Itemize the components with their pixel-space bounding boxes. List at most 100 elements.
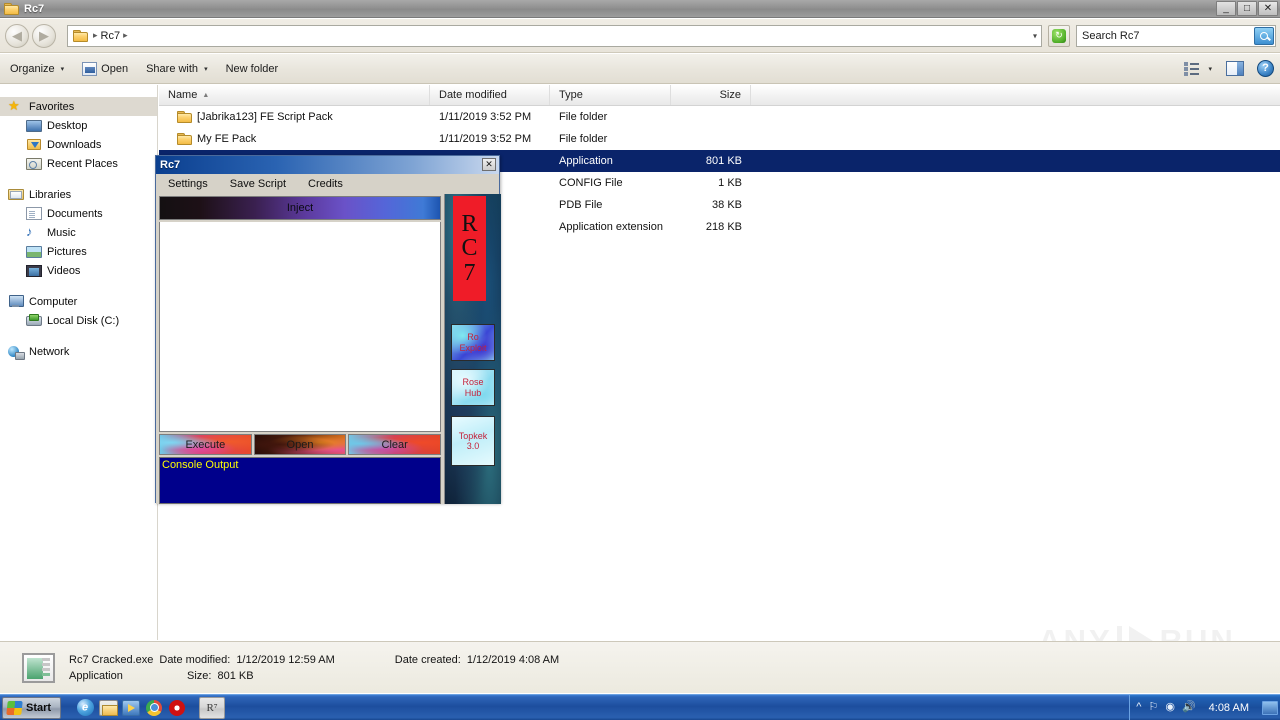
help-icon[interactable]: ? (1257, 60, 1274, 77)
back-button[interactable]: ◀ (5, 23, 29, 48)
show-hidden-icons-icon[interactable]: ^ (1136, 702, 1141, 713)
sidebar-item-pictures[interactable]: Pictures (0, 242, 157, 261)
quick-launch-bar (75, 698, 187, 718)
command-bar: Organize ▾ Open Share with ▾ New folder … (0, 54, 1280, 84)
recent-places-icon (26, 157, 42, 170)
organize-label: Organize (10, 62, 55, 75)
rc7-action-row: Execute Open Clear (159, 434, 442, 455)
view-list-icon[interactable] (1184, 61, 1200, 76)
rc7-app-window[interactable]: Rc7 ✕ Settings Save Script Credits Injec… (155, 155, 501, 504)
sort-ascending-icon: ▲ (202, 91, 210, 99)
script-editor[interactable] (159, 222, 441, 432)
explorer-icon[interactable] (98, 698, 118, 718)
sidebar-item-recent-places[interactable]: Recent Places (0, 154, 157, 173)
sidebar-item-videos[interactable]: Videos (0, 261, 157, 280)
open-button[interactable]: Open (82, 61, 129, 76)
pictures-icon (26, 245, 42, 258)
action-center-flag-icon[interactable]: ⚐ (1148, 702, 1158, 713)
taskbar: Start R⁷ ^ ⚐ ◉ 🔊 4:08 AM (0, 694, 1280, 720)
breadcrumb-separator-right[interactable]: ▸ (123, 30, 128, 41)
details-date-modified-label: Date modified: (159, 653, 231, 666)
table-row[interactable]: [Jabrika123] FE Script Pack 1/11/2019 3:… (159, 106, 1280, 128)
file-name-cell: My FE Pack (159, 132, 430, 146)
sidebar-item-computer[interactable]: Computer (0, 292, 157, 311)
sidebar-item-local-disk[interactable]: Local Disk (C:) (0, 311, 157, 330)
rose-hub-line-2: Hub (464, 387, 482, 398)
sidebar-item-network[interactable]: Network (0, 342, 157, 361)
search-icon[interactable] (1254, 26, 1274, 45)
sidebar-item-documents[interactable]: Documents (0, 204, 157, 223)
organize-button[interactable]: Organize ▾ (10, 63, 64, 75)
rc7-logo-line-1: R (461, 210, 478, 237)
navigation-pane[interactable]: ★ Favorites Desktop Downloads Recent Pla… (0, 85, 158, 640)
minimize-button[interactable]: _ (1216, 1, 1236, 16)
star-icon: ★ (8, 98, 20, 113)
rc7-menu-settings[interactable]: Settings (168, 178, 208, 190)
new-folder-label: New folder (225, 62, 279, 75)
ro-exploit-button[interactable]: Ro Exploit (451, 324, 495, 361)
column-header-type[interactable]: Type (550, 85, 671, 105)
close-button[interactable]: ✕ (1258, 1, 1278, 16)
search-input[interactable]: Search Rc7 (1076, 24, 1276, 47)
view-dropdown-icon[interactable]: ▾ (1208, 65, 1212, 73)
breadcrumb-separator-left: ▸ (93, 30, 98, 40)
maximize-button[interactable]: □ (1237, 1, 1257, 16)
media-player-icon[interactable] (121, 698, 141, 718)
column-header-name-label: Name (168, 89, 198, 101)
open-script-button[interactable]: Open (253, 434, 347, 455)
breadcrumb[interactable]: ▸ Rc7 ▸ ▾ (67, 24, 1042, 47)
column-header-size[interactable]: Size (671, 85, 751, 105)
rc7-close-button[interactable]: ✕ (482, 158, 496, 171)
details-file-name: Rc7 Cracked.exe (69, 653, 154, 666)
start-button[interactable]: Start (2, 696, 62, 719)
rc7-menu-save-script[interactable]: Save Script (230, 178, 286, 190)
clear-button[interactable]: Clear (348, 434, 442, 455)
show-desktop-button[interactable] (1262, 700, 1278, 715)
topkek-button[interactable]: Topkek 3.0 (451, 416, 495, 466)
table-row[interactable]: My FE Pack 1/11/2019 3:52 PM File folder (159, 128, 1280, 150)
sidebar-item-music[interactable]: ♪ Music (0, 223, 157, 242)
chrome-icon[interactable] (144, 698, 164, 718)
breadcrumb-current[interactable]: Rc7 (101, 30, 121, 42)
address-history-dropdown-icon[interactable]: ▾ (1033, 31, 1037, 40)
sidebar-item-libraries[interactable]: Libraries (0, 185, 157, 204)
taskbar-item-rc7[interactable]: R⁷ (199, 696, 226, 719)
sidebar-label: Downloads (47, 138, 102, 151)
opera-icon[interactable] (167, 698, 187, 718)
clock[interactable]: 4:08 AM (1209, 702, 1249, 714)
rc7-title-bar[interactable]: Rc7 ✕ (156, 156, 499, 174)
sidebar-item-desktop[interactable]: Desktop (0, 116, 157, 135)
console-output[interactable]: Console Output (159, 457, 441, 504)
open-label: Open (101, 62, 129, 75)
file-date-cell: 1/11/2019 3:52 PM (439, 111, 532, 123)
forward-button[interactable]: ▶ (32, 23, 56, 48)
rose-hub-button[interactable]: Rose Hub (451, 369, 495, 406)
column-header-name[interactable]: Name ▲ (159, 85, 430, 105)
sidebar-item-favorites[interactable]: ★ Favorites (0, 97, 157, 116)
network-icon[interactable]: ◉ (1165, 702, 1175, 713)
local-disk-icon (26, 313, 42, 328)
details-pane: Rc7 Cracked.exe Date modified: 1/12/2019… (0, 641, 1280, 693)
volume-icon[interactable]: 🔊 (1182, 702, 1196, 713)
rc7-logo-line-3: 7 (463, 259, 476, 286)
new-folder-button[interactable]: New folder (226, 63, 279, 75)
folder-icon (177, 110, 192, 124)
sidebar-item-downloads[interactable]: Downloads (0, 135, 157, 154)
rc7-menu-credits[interactable]: Credits (308, 178, 343, 190)
chevron-down-icon: ▾ (204, 65, 208, 73)
rc7-logo-line-2: C (461, 235, 478, 262)
rc7-menu-bar: Settings Save Script Credits (156, 174, 499, 194)
execute-button[interactable]: Execute (159, 434, 252, 455)
inject-button[interactable]: Inject (159, 196, 441, 220)
command-bar-right: ▾ ? (1184, 60, 1280, 77)
file-type-cell: CONFIG File (559, 177, 623, 189)
libraries-icon (8, 187, 24, 202)
refresh-button[interactable]: ↻ (1048, 24, 1070, 47)
share-with-button[interactable]: Share with ▾ (146, 63, 208, 75)
column-header-date-modified[interactable]: Date modified (430, 85, 550, 105)
internet-explorer-icon[interactable] (75, 698, 95, 718)
details-row-top: Rc7 Cracked.exe Date modified: 1/12/2019… (69, 654, 559, 666)
preview-pane-icon[interactable] (1226, 61, 1244, 76)
